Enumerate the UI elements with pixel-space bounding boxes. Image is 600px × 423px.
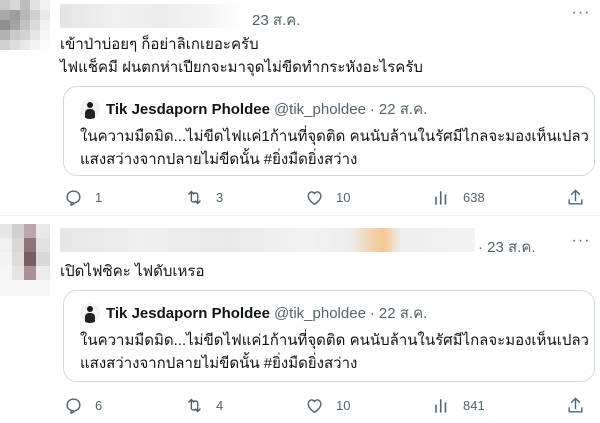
avatar-blurred[interactable]	[0, 224, 50, 296]
views-icon	[435, 398, 447, 413]
quoted-tweet-date[interactable]: 22 ส.ค.	[379, 97, 427, 121]
quoted-author-avatar[interactable]	[80, 99, 100, 119]
reply-count: 1	[95, 189, 103, 205]
like-button[interactable]: 10	[305, 185, 350, 209]
retweet-count: 4	[216, 397, 224, 413]
quoted-tweet-text: ในความมืดมิด...ไม่ขีดไฟแค่1ก้านที่จุดติด…	[80, 125, 589, 171]
reply-button[interactable]: 6	[64, 393, 102, 417]
quoted-tweet[interactable]: Tik Jesdaporn Pholdee @tik_pholdee · 22 …	[63, 86, 595, 176]
quoted-author-name[interactable]: Tik Jesdaporn Pholdee	[106, 305, 270, 322]
avatar-blurred[interactable]	[0, 0, 50, 50]
quoted-tweet[interactable]: Tik Jesdaporn Pholdee @tik_pholdee · 22 …	[63, 290, 595, 382]
retweet-count: 3	[216, 189, 224, 205]
views-button[interactable]: 638	[432, 185, 485, 209]
tweet-text: เข้าป่าบ่อยๆ ก็อย่าลิเกเยอะครับ ไฟแช็คมี…	[60, 33, 423, 79]
author-name-blurred[interactable]	[60, 4, 245, 28]
tweet[interactable]: · 23 ส.ค. ··· เปิดไฟซิคะ ไฟดับเหรอ Tik J…	[0, 216, 600, 423]
quoted-tweet-text: ในความมืดมิด...ไม่ขีดไฟแค่1ก้านที่จุดติด…	[80, 329, 589, 375]
tweet-text: เปิดไฟซิคะ ไฟดับเหรอ	[60, 260, 205, 283]
quoted-text-line: แสงสว่างจากปลายไม่ขีดนั้น #ยิ่งมืดยิ่งสว…	[80, 151, 358, 168]
reply-icon	[66, 397, 81, 414]
views-button[interactable]: 841	[432, 393, 485, 417]
quoted-text-line: แสงสว่างจากปลายไม่ขีดนั้น #ยิ่งมืดยิ่งสว…	[80, 355, 358, 372]
action-bar: 6 4 10 841	[60, 393, 592, 417]
like-count: 10	[336, 397, 351, 413]
more-options-icon[interactable]: ···	[570, 233, 592, 254]
tweet-date[interactable]: · 23 ส.ค.	[478, 235, 536, 259]
tweet-date[interactable]: 23 ส.ค.	[252, 8, 300, 32]
share-button[interactable]	[566, 185, 585, 209]
reply-count: 6	[95, 397, 103, 413]
retweet-icon	[188, 190, 201, 204]
tweet-text-line: ไฟแช็คมี ฝนตกห่าเปียกจะมาจุดไม่ขีดทำกระห…	[60, 59, 423, 76]
heart-icon	[307, 190, 322, 205]
share-button[interactable]	[566, 393, 585, 417]
more-options-icon[interactable]: ···	[570, 5, 592, 26]
views-icon	[435, 190, 447, 205]
quoted-text-line: ในความมืดมิด...ไม่ขีดไฟแค่1ก้านที่จุดติด…	[80, 332, 589, 349]
reply-button[interactable]: 1	[64, 185, 102, 209]
quoted-author-handle[interactable]: @tik_pholdee	[274, 305, 366, 322]
retweet-icon	[188, 398, 201, 412]
quoted-tweet-header: Tik Jesdaporn Pholdee @tik_pholdee · 22 …	[80, 97, 427, 121]
like-button[interactable]: 10	[305, 393, 350, 417]
tweet[interactable]: 23 ส.ค. ··· เข้าป่าบ่อยๆ ก็อย่าลิเกเยอะค…	[0, 0, 600, 215]
quoted-author-avatar[interactable]	[80, 303, 100, 323]
heart-icon	[307, 398, 322, 413]
separator-dot: ·	[369, 304, 375, 322]
views-count: 841	[463, 397, 485, 413]
quoted-author-name[interactable]: Tik Jesdaporn Pholdee	[106, 101, 270, 118]
views-count: 638	[463, 189, 485, 205]
quoted-tweet-header: Tik Jesdaporn Pholdee @tik_pholdee · 22 …	[80, 301, 427, 325]
tweet-text-line: เปิดไฟซิคะ ไฟดับเหรอ	[60, 263, 205, 280]
retweet-button[interactable]: 4	[185, 393, 223, 417]
share-icon	[568, 189, 583, 205]
separator-dot: ·	[369, 100, 375, 118]
tweet-text-line: เข้าป่าบ่อยๆ ก็อย่าลิเกเยอะครับ	[60, 36, 259, 53]
action-bar: 1 3 10 638	[60, 185, 592, 209]
quoted-author-handle[interactable]: @tik_pholdee	[274, 101, 366, 118]
author-name-blurred[interactable]	[60, 228, 475, 252]
reply-icon	[66, 189, 81, 206]
retweet-button[interactable]: 3	[185, 185, 223, 209]
quoted-tweet-date[interactable]: 22 ส.ค.	[379, 301, 427, 325]
quoted-text-line: ในความมืดมิด...ไม่ขีดไฟแค่1ก้านที่จุดติด…	[80, 128, 589, 145]
like-count: 10	[336, 189, 351, 205]
share-icon	[568, 397, 583, 413]
